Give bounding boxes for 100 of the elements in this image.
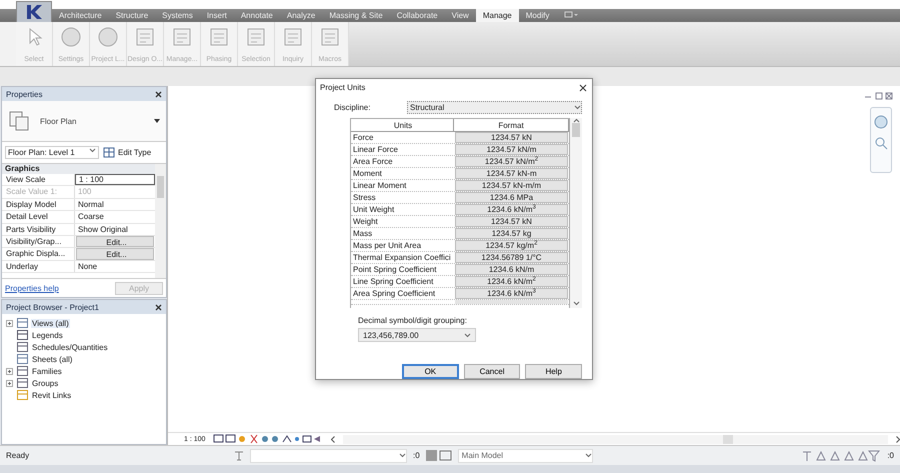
table-cell-text: Force [352, 132, 374, 143]
chevron-down-icon[interactable] [584, 453, 592, 458]
scroll-right-icon[interactable] [896, 436, 900, 442]
scroll-down-icon[interactable] [572, 301, 580, 306]
format-button[interactable]: 1234.6 kN/m$^{2}$ [455, 276, 568, 287]
window-controls-icon[interactable] [864, 92, 894, 101]
dialog-button[interactable]: Cancel [464, 364, 520, 379]
table-cell-text: Mass [352, 228, 374, 239]
chevron-down-icon[interactable] [399, 453, 406, 458]
document-icon [245, 26, 267, 48]
property-field[interactable]: 1 : 100 [75, 174, 155, 186]
caret-icon[interactable] [154, 119, 160, 123]
expand-icon[interactable] [6, 380, 14, 386]
close-icon[interactable] [155, 90, 162, 98]
tree-item[interactable]: Families [31, 366, 63, 376]
dialog-title: Project Units [320, 83, 366, 92]
selection-options-drawing[interactable] [801, 450, 882, 462]
properties-help-link[interactable]: Properties help [5, 284, 59, 292]
format-button[interactable]: 1234.57 kN [455, 132, 568, 143]
instance-dropdown[interactable]: Floor Plan: Level 1 [5, 146, 99, 159]
ribbon-tab[interactable]: View [444, 9, 476, 22]
field-label: Discipline: [334, 103, 372, 112]
property-label: Underlay [2, 260, 75, 272]
tree-item[interactable]: Schedules/Quantities [31, 342, 109, 352]
tree-item[interactable]: Sheets (all) [31, 354, 74, 364]
tree-item-icon [17, 378, 28, 388]
model-dropdown[interactable]: Main Model [458, 448, 593, 462]
panel-title: Properties [6, 90, 42, 98]
ribbon-tab[interactable]: Collaborate [390, 9, 445, 22]
table-cell-text: Area Spring Coefficient [352, 288, 436, 299]
ribbon-tab[interactable]: Architecture [52, 9, 109, 22]
selection-count: :0 [413, 451, 420, 460]
dialog-button[interactable]: OK [402, 364, 459, 379]
format-button[interactable]: 1234.57 kg [455, 228, 568, 239]
tree-item[interactable]: Groups [31, 378, 60, 388]
chevron-down-icon[interactable] [574, 105, 581, 110]
scrollbar-thumb[interactable] [723, 434, 734, 444]
format-button[interactable]: 1234.6 kN/m$^{3}$ [455, 288, 568, 299]
field-label: Decimal symbol/digit grouping: [358, 316, 468, 325]
table-cell-text: Line Spring Coefficient [352, 276, 434, 287]
edit-button[interactable]: Edit... [76, 236, 154, 248]
ribbon-tab[interactable]: Systems [155, 9, 200, 22]
format-button[interactable]: 1234.56789 1/°C [455, 252, 568, 263]
ribbon-tab[interactable]: Analyze [280, 9, 322, 22]
scroll-left-icon[interactable] [331, 436, 336, 442]
table-cell-text: Stress [352, 192, 377, 203]
scrollbar[interactable] [155, 164, 166, 278]
circle-icon [60, 26, 82, 48]
chevron-down-icon[interactable] [89, 148, 96, 153]
ribbon-tab[interactable]: Structure [108, 9, 156, 22]
format-button[interactable]: 1234.6 kN/m [455, 264, 568, 275]
table-cell-text: Area Force [352, 156, 394, 167]
close-icon[interactable] [579, 84, 587, 92]
format-button[interactable]: 1234.57 kN/m [455, 144, 568, 155]
scrollbar-thumb[interactable] [572, 123, 580, 137]
edit-button[interactable]: Edit... [76, 248, 154, 260]
format-button[interactable]: 1234.57 kN-m [455, 168, 568, 179]
workset-icon[interactable] [234, 450, 244, 460]
scrollbar[interactable] [343, 434, 888, 444]
filter-count: :0 [887, 451, 894, 460]
format-button[interactable]: 1234.6 kN/m$^{3}$ [455, 204, 568, 215]
format-button[interactable]: 1234.57 kN [455, 216, 568, 227]
property-label: Detail Level [2, 211, 75, 223]
table-cell-text: Weight [352, 216, 379, 227]
dialog-button[interactable]: Help [525, 364, 582, 379]
scrollbar[interactable] [570, 118, 582, 308]
format-button[interactable]: 1234.57 kN-m/m [455, 180, 568, 191]
format-button[interactable]: 1234.6 MPa [455, 192, 568, 203]
tree-item[interactable]: Views (all) [31, 318, 70, 328]
ribbon-tab[interactable]: Insert [200, 9, 234, 22]
chevron-down-icon[interactable] [464, 332, 471, 338]
tree-item-icon [17, 342, 28, 352]
workset-icons-drawing[interactable] [426, 450, 452, 461]
app-menu-button[interactable] [16, 1, 52, 22]
type-selector[interactable]: Floor Plan [2, 101, 166, 142]
tree-item-icon [17, 390, 28, 400]
discipline-dropdown[interactable]: Structural [407, 101, 582, 114]
tree-item[interactable]: Legends [31, 330, 64, 340]
ribbon-tab[interactable]: Modify [518, 9, 556, 22]
format-button[interactable]: 1234.57 kN/m$^{2}$ [455, 156, 568, 167]
format-button[interactable]: 1234.57 kg/m$^{2}$ [455, 240, 568, 251]
property-label: View Scale [2, 174, 75, 186]
grouping-dropdown[interactable]: 123,456,789.00 [358, 328, 476, 342]
ribbon-tab[interactable]: Manage [476, 9, 519, 22]
close-icon[interactable] [155, 304, 162, 310]
edit-type-button[interactable]: Edit Type [103, 147, 152, 158]
group-header[interactable]: Graphics [2, 164, 155, 174]
tree-item-icon [17, 366, 28, 376]
table-cell-text: Mass per Unit Area [352, 240, 422, 251]
expand-icon[interactable] [6, 368, 14, 374]
tree-item[interactable]: Revit Links [31, 390, 72, 400]
scroll-up-icon[interactable] [572, 118, 580, 123]
property-value: Normal [77, 198, 105, 210]
navigation-bar[interactable] [870, 107, 892, 173]
scrollbar-thumb[interactable] [157, 176, 164, 198]
ribbon-tab[interactable]: Massing & Site [322, 9, 390, 22]
expand-icon[interactable] [6, 320, 14, 326]
zoom-icon[interactable] [874, 136, 888, 150]
panel-toggle-icon[interactable] [564, 11, 578, 19]
ribbon-tab[interactable]: Annotate [234, 9, 280, 22]
